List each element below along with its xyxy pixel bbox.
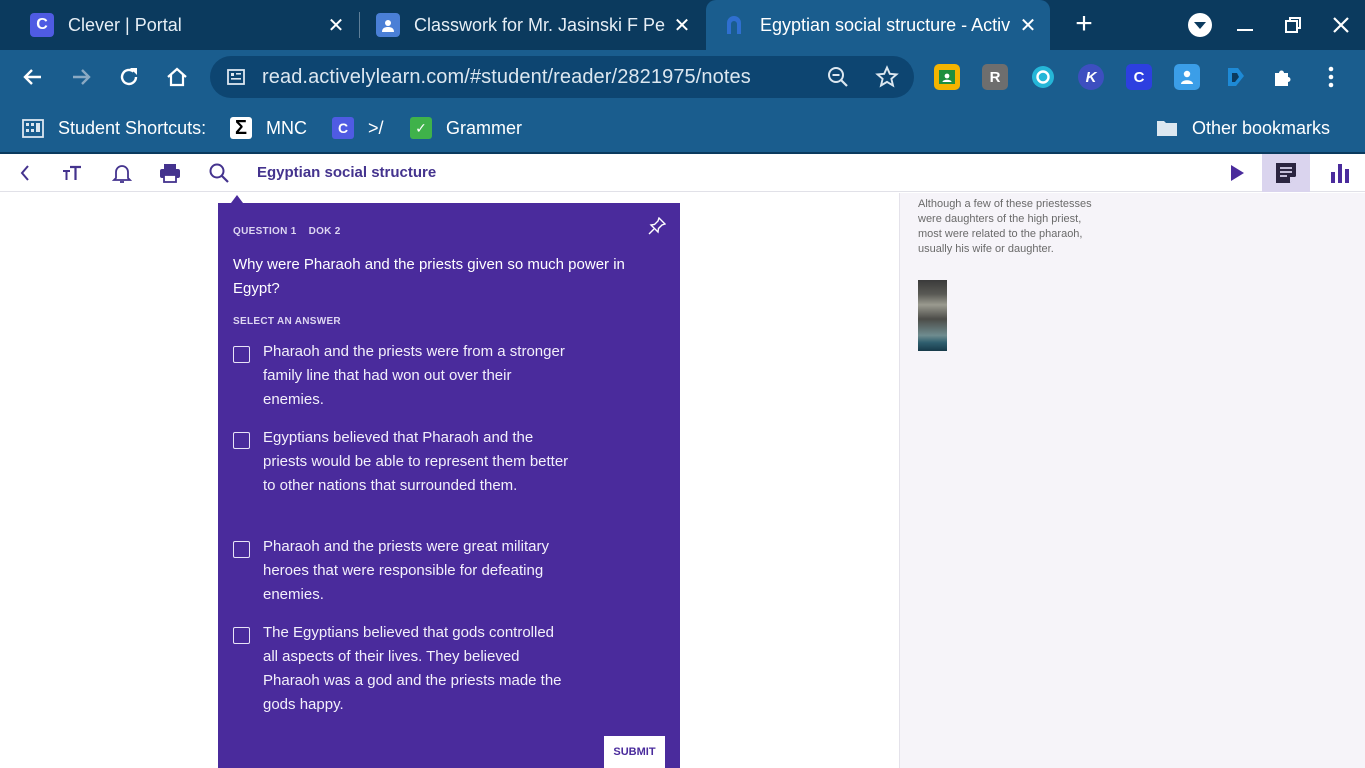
question-meta: QUESTION 1 DOK 2	[233, 226, 353, 237]
back-chevron-icon[interactable]	[13, 161, 37, 185]
site-info-icon[interactable]	[226, 67, 246, 92]
note-image-thumbnail[interactable]	[918, 280, 947, 351]
minimize-icon[interactable]	[1232, 12, 1258, 38]
zoom-icon[interactable]	[827, 66, 849, 93]
close-tab-icon[interactable]: ✕	[1016, 13, 1040, 37]
bookmark-label: Grammer	[446, 117, 522, 138]
address-bar[interactable]: read.activelylearn.com/#student/reader/2…	[210, 56, 914, 98]
restore-icon[interactable]	[1280, 12, 1306, 38]
question-pointer	[231, 195, 243, 203]
question-number: QUESTION 1	[233, 226, 297, 237]
bookmark-student-shortcuts[interactable]: Student Shortcuts:	[22, 114, 206, 142]
google-classroom-extension-icon[interactable]	[934, 64, 960, 90]
bookmark-code[interactable]: C >/	[332, 114, 384, 142]
check-icon: ✓	[410, 117, 432, 139]
actively-learn-favicon-icon	[722, 13, 746, 37]
text-size-icon[interactable]	[60, 161, 84, 185]
url-text: read.activelylearn.com/#student/reader/2…	[262, 66, 751, 88]
bookmark-label: >/	[368, 117, 384, 138]
notifications-bell-icon[interactable]	[110, 161, 134, 185]
stats-chart-icon[interactable]	[1328, 161, 1352, 185]
pin-icon[interactable]	[648, 216, 667, 235]
answer-checkbox[interactable]	[233, 346, 250, 363]
tab-title: Clever | Portal	[68, 14, 182, 35]
answer-checkbox[interactable]	[233, 541, 250, 558]
answer-checkbox[interactable]	[233, 627, 250, 644]
r-extension-icon[interactable]: R	[982, 64, 1008, 90]
tab-classwork[interactable]: Classwork for Mr. Jasinski F Pe ✕	[362, 0, 702, 50]
forward-icon[interactable]	[67, 63, 95, 91]
search-icon[interactable]	[207, 161, 231, 185]
bookmark-label: MNC	[266, 117, 307, 138]
bookmark-label: Student Shortcuts:	[58, 117, 207, 138]
tab-egyptian-social-structure[interactable]: Egyptian social structure - Activ ✕	[706, 0, 1050, 50]
print-icon[interactable]	[158, 161, 182, 185]
browser-tab-bar: C Clever | Portal ✕ Classwork for Mr. Ja…	[0, 0, 1365, 50]
person-extension-icon[interactable]	[1174, 64, 1200, 90]
home-icon[interactable]	[163, 63, 191, 91]
highlighted-note-text: Although a few of these priestesses were…	[918, 198, 1092, 255]
bookmark-star-icon[interactable]	[875, 65, 899, 94]
bookmark-grammer[interactable]: ✓ Grammer	[410, 114, 522, 142]
close-tab-icon[interactable]: ✕	[670, 13, 694, 37]
reload-icon[interactable]	[115, 63, 143, 91]
notes-side-panel: Although a few of these priestesses were…	[899, 193, 1365, 768]
question-prompt: Why were Pharaoh and the priests given s…	[233, 256, 625, 297]
sigma-icon: Σ	[230, 117, 252, 139]
drop-extension-icon[interactable]	[1222, 64, 1248, 90]
answer-text: Pharaoh and the priests were great milit…	[263, 538, 549, 603]
select-answer-label: SELECT AN ANSWER	[233, 316, 341, 327]
shield-extension-icon[interactable]	[1030, 64, 1056, 90]
menu-kebab-icon[interactable]	[1318, 64, 1344, 90]
clever-icon: C	[332, 117, 354, 139]
question-card: QUESTION 1 DOK 2 Why were Pharaoh and the…	[218, 203, 680, 768]
notes-icon	[1276, 163, 1296, 183]
bookmark-mnc[interactable]: Σ MNC	[230, 114, 307, 142]
tab-clever-portal[interactable]: C Clever | Portal ✕	[16, 0, 356, 50]
apps-icon	[22, 117, 44, 139]
browser-toolbar: read.activelylearn.com/#student/reader/2…	[0, 50, 1365, 104]
back-icon[interactable]	[19, 63, 47, 91]
clever-favicon-icon: C	[30, 13, 54, 37]
new-tab-icon[interactable]: +	[1070, 9, 1098, 39]
submit-button[interactable]: SUBMIT	[604, 736, 665, 768]
close-window-icon[interactable]	[1328, 12, 1354, 38]
answer-text: The Egyptians believed that gods control…	[263, 624, 562, 713]
dok-level: DOK 2	[308, 226, 341, 237]
document-title: Egyptian social structure	[257, 164, 437, 181]
puzzle-extensions-icon[interactable]	[1270, 64, 1296, 90]
folder-icon	[1156, 117, 1178, 139]
kami-extension-icon[interactable]: K	[1078, 64, 1104, 90]
play-audio-icon[interactable]	[1225, 161, 1249, 185]
clever-extension-icon[interactable]: C	[1126, 64, 1152, 90]
classroom-favicon-icon	[376, 13, 400, 37]
answer-checkbox[interactable]	[233, 432, 250, 449]
bookmarks-bar: Student Shortcuts: Σ MNC C >/ ✓ Grammer …	[0, 104, 1365, 152]
tab-title: Egyptian social structure - Activ	[760, 14, 1011, 35]
answer-text: Pharaoh and the priests were from a stro…	[263, 343, 565, 408]
other-bookmarks-label: Other bookmarks	[1192, 117, 1331, 138]
tab-title: Classwork for Mr. Jasinski F Pe	[414, 14, 666, 35]
other-bookmarks[interactable]: Other bookmarks	[1156, 114, 1330, 142]
tab-search-icon[interactable]	[1187, 12, 1213, 38]
notes-panel-button[interactable]	[1262, 154, 1310, 192]
answer-text: Egyptians believed that Pharaoh and the …	[263, 429, 569, 494]
close-tab-icon[interactable]: ✕	[324, 13, 348, 37]
tab-divider	[359, 12, 360, 38]
reader-header: Egyptian social structure	[0, 154, 1365, 192]
